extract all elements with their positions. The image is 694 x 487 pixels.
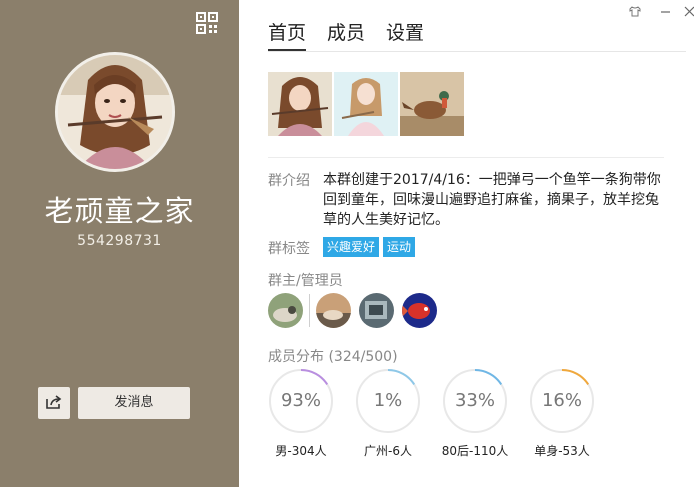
tab-settings[interactable]: 设置 — [386, 18, 424, 51]
group-profile-panel: 老顽童之家 554298731 发消息 — [0, 0, 239, 487]
group-photo[interactable] — [268, 72, 332, 136]
stat-label: 广州-6人 — [364, 444, 412, 458]
group-tags: 兴趣爱好 运动 — [323, 237, 419, 257]
group-photo[interactable] — [400, 72, 464, 136]
owner-avatar[interactable] — [268, 293, 303, 328]
section-divider — [268, 157, 664, 158]
stat-label: 80后-110人 — [441, 444, 509, 458]
stat-gender[interactable]: 93% 男-304人 — [268, 368, 334, 459]
skin-button[interactable] — [622, 0, 648, 22]
stat-percent: 16% — [541, 390, 582, 411]
tab-home[interactable]: 首页 — [268, 18, 307, 51]
stat-label: 男-304人 — [275, 444, 327, 458]
group-photos — [268, 72, 466, 136]
admin-avatar[interactable] — [359, 293, 394, 328]
send-message-button[interactable]: 发消息 — [78, 387, 190, 419]
members-label: 成员分布 — [268, 349, 324, 365]
stat-ring: 1% — [355, 368, 421, 434]
admin-separator — [309, 294, 310, 327]
minimize-icon — [660, 2, 671, 21]
stat-percent: 33% — [454, 390, 495, 411]
qr-code-icon[interactable] — [196, 12, 218, 34]
members-count: (324/500) — [328, 349, 398, 365]
stat-region[interactable]: 1% 广州-6人 — [355, 368, 421, 459]
share-button[interactable] — [38, 387, 70, 419]
stat-label: 单身-53人 — [534, 444, 590, 458]
share-icon — [46, 394, 62, 413]
shirt-icon — [629, 2, 641, 21]
group-photo[interactable] — [334, 72, 398, 136]
stat-ring: 16% — [529, 368, 595, 434]
close-button[interactable] — [676, 0, 694, 22]
group-name: 老顽童之家 — [44, 194, 195, 228]
admin-avatar[interactable] — [402, 293, 437, 328]
group-id: 554298731 — [77, 233, 162, 249]
tag-badge[interactable]: 兴趣爱好 — [323, 237, 380, 257]
group-intro-text: 本群创建于2017/4/16：一把弹弓一个鱼竿一条狗带你回到童年，回味漫山遍野追… — [323, 172, 661, 228]
stat-age[interactable]: 33% 80后-110人 — [442, 368, 508, 459]
members-distribution-label: 成员分布 (324/500) — [268, 346, 398, 366]
tab-divider — [268, 51, 686, 52]
stat-ring: 93% — [268, 368, 334, 434]
tag-badge[interactable]: 运动 — [383, 237, 416, 257]
admins-label: 群主/管理员 — [268, 273, 343, 289]
stat-percent: 1% — [373, 390, 403, 411]
tab-members[interactable]: 成员 — [327, 18, 365, 51]
admin-list — [268, 293, 437, 328]
close-icon — [684, 2, 694, 21]
tab-bar: 首页 成员 设置 — [268, 18, 445, 51]
member-stats: 93% 男-304人 1% 广州-6人 33% 80后-110人 16% 单身-… — [268, 368, 616, 459]
group-avatar[interactable] — [55, 52, 175, 172]
admin-avatar[interactable] — [316, 293, 351, 328]
tags-label: 群标签 — [268, 241, 310, 257]
stat-percent: 93% — [280, 390, 321, 411]
stat-ring: 33% — [442, 368, 508, 434]
stat-single[interactable]: 16% 单身-53人 — [529, 368, 595, 459]
minimize-button[interactable] — [652, 0, 678, 22]
intro-label: 群介绍 — [268, 173, 310, 189]
